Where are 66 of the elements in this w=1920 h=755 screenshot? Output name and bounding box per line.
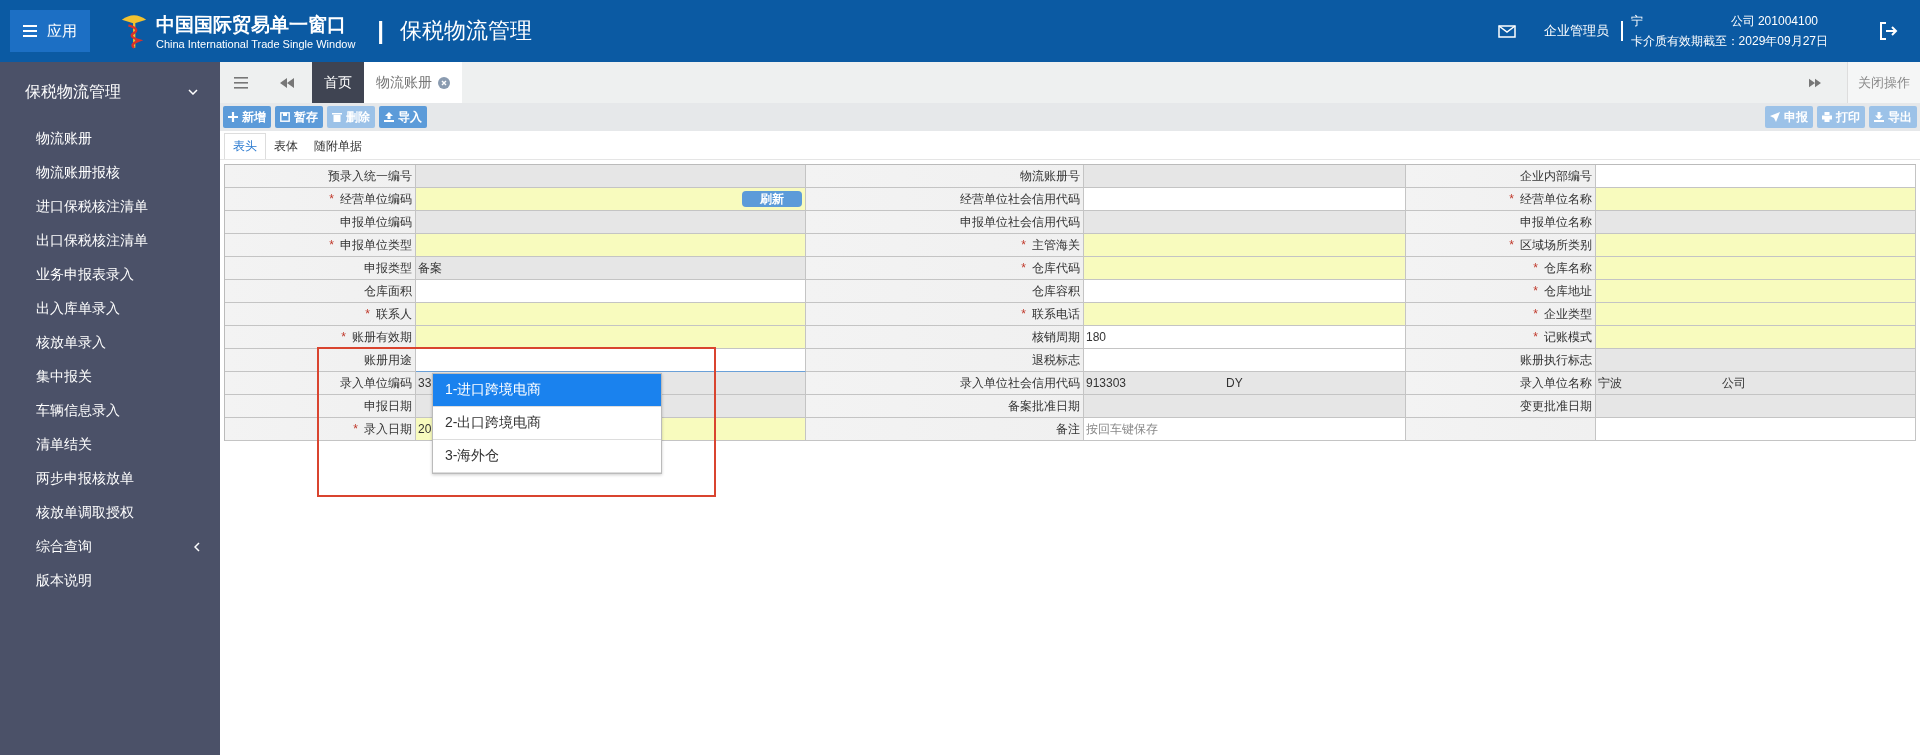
field-label: 企业内部编号	[1520, 167, 1592, 185]
field-label: 录入单位社会信用代码	[960, 374, 1080, 392]
field-label: 备注	[1056, 420, 1080, 438]
field-label: 申报单位编码	[340, 213, 412, 231]
required-marker: *	[1021, 261, 1026, 275]
brand-subtitle: China International Trade Single Window	[156, 38, 356, 50]
field-value: 33	[418, 376, 432, 390]
field-label: 联系人	[376, 305, 412, 323]
required-marker: *	[365, 307, 370, 321]
field-label: 区域场所类别	[1520, 236, 1592, 254]
field-label: 记账模式	[1544, 328, 1592, 346]
field-value: 20	[418, 422, 432, 436]
user-role: 企业管理员	[1543, 22, 1609, 40]
field-label: 经营单位编码	[340, 190, 412, 208]
field-label: 录入单位名称	[1520, 374, 1592, 392]
field-label: 仓库面积	[364, 282, 412, 300]
field-value: 公司	[1722, 374, 1746, 392]
field-label: 备案批准日期	[1008, 397, 1080, 415]
required-marker: *	[1509, 238, 1514, 252]
required-marker: *	[1021, 307, 1026, 321]
field-label: 账册用途	[364, 351, 412, 369]
field-value: DY	[1226, 376, 1243, 390]
field-value: 宁波	[1598, 374, 1622, 392]
field-label: 仓库名称	[1544, 259, 1592, 277]
required-marker: *	[1533, 261, 1538, 275]
required-marker: *	[1533, 330, 1538, 344]
module-title: 保税物流管理	[400, 17, 533, 45]
field-label: 申报单位类型	[340, 236, 412, 254]
required-marker: *	[341, 330, 346, 344]
field-label: 账册执行标志	[1520, 351, 1592, 369]
card-expiry: 卡介质有效期截至：2029年09月27日	[1630, 32, 1828, 50]
field-label: 仓库容积	[1032, 282, 1080, 300]
field-label: 申报单位社会信用代码	[960, 213, 1080, 231]
field-value: 备案	[418, 259, 442, 277]
user-org: 公司 201004100	[1730, 12, 1818, 30]
user-org: 宁	[1630, 12, 1643, 30]
title-separator: |	[377, 17, 385, 45]
field-label: 录入日期	[364, 420, 412, 438]
required-marker: *	[329, 192, 334, 206]
field-label: 企业类型	[1544, 305, 1592, 323]
field-label: 核销周期	[1032, 328, 1080, 346]
field-label: 录入单位编码	[340, 374, 412, 392]
field-label: 变更批准日期	[1520, 397, 1592, 415]
field-label: 经营单位社会信用代码	[960, 190, 1080, 208]
field-label: 预录入统一编号	[328, 167, 412, 185]
field-label: 联系电话	[1032, 305, 1080, 323]
field-label: 物流账册号	[1020, 167, 1080, 185]
field-label: 申报单位名称	[1520, 213, 1592, 231]
required-marker: *	[329, 238, 334, 252]
field-label: 账册有效期	[352, 328, 412, 346]
field-label: 主管海关	[1032, 236, 1080, 254]
required-marker: *	[1509, 192, 1514, 206]
field-label: 经营单位名称	[1520, 190, 1592, 208]
field-label: 仓库地址	[1544, 282, 1592, 300]
field-label: 退税标志	[1032, 351, 1080, 369]
required-marker: *	[353, 422, 358, 436]
field-label: 申报类型	[364, 259, 412, 277]
required-marker: *	[1533, 307, 1538, 321]
field-value: 913303	[1086, 376, 1127, 390]
required-marker: *	[1021, 238, 1026, 252]
field-placeholder: 按回车键保存	[1086, 420, 1158, 438]
brand-title: 中国国际贸易单一窗口	[156, 13, 347, 37]
required-marker: *	[1533, 284, 1538, 298]
field-label: 申报日期	[364, 397, 412, 415]
field-label: 仓库代码	[1032, 259, 1080, 277]
field-value: 180	[1086, 330, 1107, 344]
